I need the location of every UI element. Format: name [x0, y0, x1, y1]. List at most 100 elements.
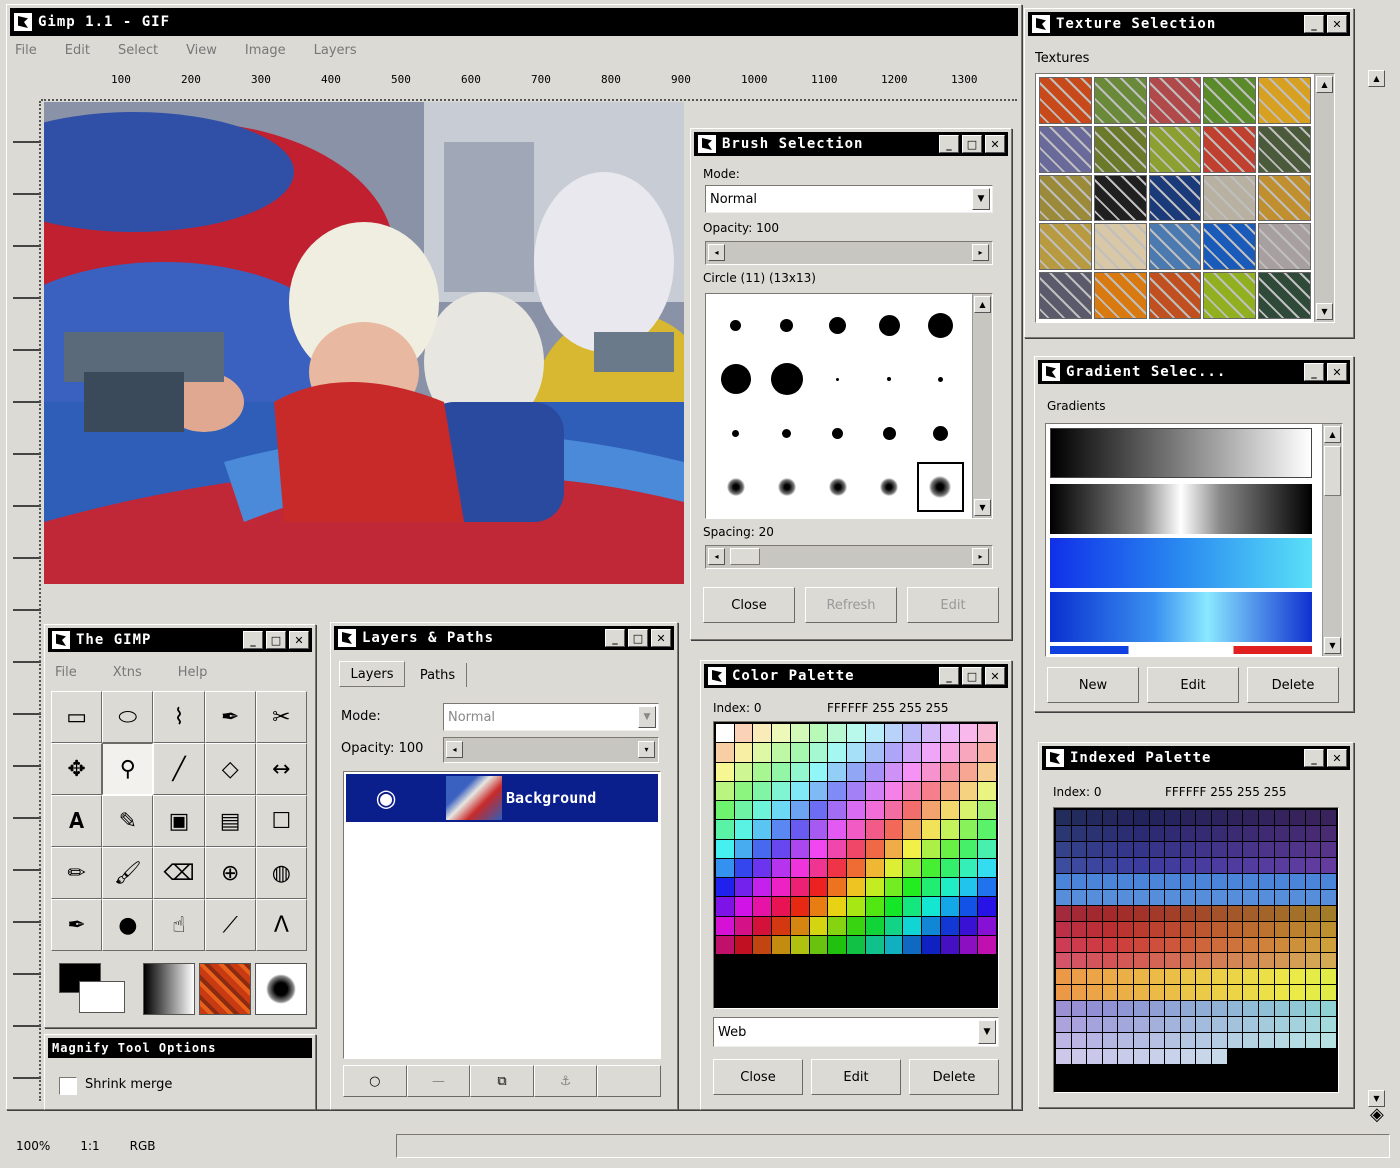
palette-color-cell[interactable] [922, 762, 940, 781]
palette-color-cell[interactable] [716, 916, 734, 935]
gradient-item-blue-cyan[interactable] [1050, 538, 1312, 588]
indexed-color-cell[interactable] [1087, 985, 1102, 1001]
indexed-color-cell[interactable] [1196, 1033, 1212, 1049]
menu-layers[interactable]: Layers [314, 43, 357, 65]
palette-color-cell[interactable] [753, 801, 772, 820]
indexed-color-cell[interactable] [1118, 1017, 1134, 1033]
indexed-color-cell[interactable] [1290, 937, 1305, 953]
active-brush[interactable] [255, 963, 307, 1015]
indexed-color-cell[interactable] [1227, 937, 1243, 953]
indexed-color-cell[interactable] [1180, 873, 1196, 889]
palette-color-cell[interactable] [790, 781, 809, 800]
indexed-color-cell[interactable] [1258, 1001, 1274, 1017]
maximize-button[interactable]: □ [628, 629, 648, 647]
palette-color-cell[interactable] [809, 858, 828, 877]
indexed-color-cell[interactable] [1118, 953, 1134, 969]
indexed-color-cell[interactable] [1274, 873, 1290, 889]
palette-color-cell[interactable] [772, 897, 790, 916]
indexed-color-cell[interactable] [1180, 985, 1196, 1001]
slider-right-arrow[interactable]: ▸ [972, 244, 989, 261]
indexed-color-cell[interactable] [1165, 1049, 1180, 1064]
indexed-color-cell[interactable] [1227, 1033, 1243, 1049]
palette-color-cell[interactable] [790, 820, 809, 839]
menu-select[interactable]: Select [118, 43, 158, 65]
indexed-color-cell[interactable] [1071, 905, 1087, 921]
palette-color-cell[interactable] [753, 897, 772, 916]
color-palette-titlebar[interactable]: Color Palette _ □ ✕ [704, 664, 1008, 688]
indexed-color-cell[interactable] [1258, 1017, 1274, 1033]
palette-color-cell[interactable] [903, 935, 922, 954]
palette-color-cell[interactable] [922, 897, 940, 916]
palette-color-cell[interactable] [978, 762, 996, 781]
indexed-color-cell[interactable] [1290, 1049, 1305, 1064]
texture-swatch[interactable] [1093, 125, 1147, 173]
indexed-color-cell[interactable] [1056, 825, 1071, 841]
palette-color-cell[interactable] [884, 801, 903, 820]
palette-color-cell[interactable] [809, 878, 828, 897]
palette-color-cell[interactable] [959, 839, 978, 858]
indexed-color-cell[interactable] [1305, 841, 1321, 857]
palette-color-cell[interactable] [865, 724, 884, 743]
palette-color-cell[interactable] [865, 801, 884, 820]
indexed-color-cell[interactable] [1071, 857, 1087, 873]
indexed-color-cell[interactable] [1258, 873, 1274, 889]
gradient-titlebar[interactable]: Gradient Selec... _ ✕ [1038, 360, 1350, 384]
indexed-color-cell[interactable] [1274, 1033, 1290, 1049]
indexed-color-cell[interactable] [1212, 1001, 1227, 1017]
palette-color-cell[interactable] [978, 858, 996, 877]
indexed-color-cell[interactable] [1290, 969, 1305, 985]
indexed-color-cell[interactable] [1212, 921, 1227, 937]
close-button[interactable]: ✕ [289, 631, 309, 649]
texture-swatch[interactable] [1039, 174, 1092, 222]
brush-cell[interactable] [710, 298, 761, 352]
indexed-color-cell[interactable] [1087, 969, 1102, 985]
indexed-color-cell[interactable] [1196, 1049, 1212, 1064]
indexed-color-cell[interactable] [1258, 1033, 1274, 1049]
indexed-color-cell[interactable] [1243, 810, 1258, 825]
indexed-color-cell[interactable] [1118, 905, 1134, 921]
palette-color-cell[interactable] [940, 781, 959, 800]
maximize-button[interactable]: □ [962, 667, 982, 685]
maximize-button[interactable]: □ [266, 631, 286, 649]
indexed-color-cell[interactable] [1305, 1001, 1321, 1017]
indexed-color-cell[interactable] [1212, 953, 1227, 969]
bucket-fill-tool-icon[interactable]: ▣ [153, 795, 205, 847]
ink-tool-icon[interactable]: ✒ [51, 899, 103, 951]
indexed-color-cell[interactable] [1102, 857, 1118, 873]
indexed-color-cell[interactable] [1274, 889, 1290, 905]
indexed-color-cell[interactable] [1087, 857, 1102, 873]
brush-cell[interactable] [915, 406, 966, 460]
texture-swatch[interactable] [1203, 174, 1257, 222]
indexed-color-cell[interactable] [1258, 937, 1274, 953]
blend-tool-icon[interactable]: ▤ [204, 795, 256, 847]
indexed-color-cell[interactable] [1071, 969, 1087, 985]
indexed-color-cell[interactable] [1180, 857, 1196, 873]
indexed-color-cell[interactable] [1243, 921, 1258, 937]
indexed-color-cell[interactable] [1180, 953, 1196, 969]
indexed-color-cell[interactable] [1149, 1017, 1165, 1033]
indexed-color-cell[interactable] [1118, 937, 1134, 953]
indexed-color-cell[interactable] [1149, 1033, 1165, 1049]
indexed-color-cell[interactable] [1118, 889, 1134, 905]
palette-color-cell[interactable] [828, 743, 847, 762]
minimize-button[interactable]: _ [939, 135, 959, 153]
indexed-color-cell[interactable] [1056, 1001, 1071, 1017]
indexed-color-cell[interactable] [1149, 953, 1165, 969]
indexed-color-cell[interactable] [1165, 825, 1180, 841]
indexed-palette-titlebar[interactable]: Indexed Palette _ ✕ [1042, 746, 1350, 770]
indexed-color-cell[interactable] [1321, 873, 1336, 889]
image-canvas[interactable] [44, 102, 684, 584]
indexed-color-cell[interactable] [1243, 1033, 1258, 1049]
texture-swatch[interactable] [1148, 77, 1202, 124]
free-select-tool-icon[interactable]: ⌇ [153, 691, 205, 743]
indexed-color-cell[interactable] [1087, 1049, 1102, 1064]
brush-cell[interactable] [761, 460, 812, 514]
brush-cell[interactable] [710, 352, 761, 406]
indexed-color-cell[interactable] [1149, 841, 1165, 857]
indexed-color-cell[interactable] [1321, 1017, 1336, 1033]
palette-color-cell[interactable] [959, 897, 978, 916]
palette-color-cell[interactable] [716, 762, 734, 781]
palette-color-cell[interactable] [734, 820, 753, 839]
palette-color-cell[interactable] [809, 897, 828, 916]
texture-swatch[interactable] [1258, 77, 1311, 124]
